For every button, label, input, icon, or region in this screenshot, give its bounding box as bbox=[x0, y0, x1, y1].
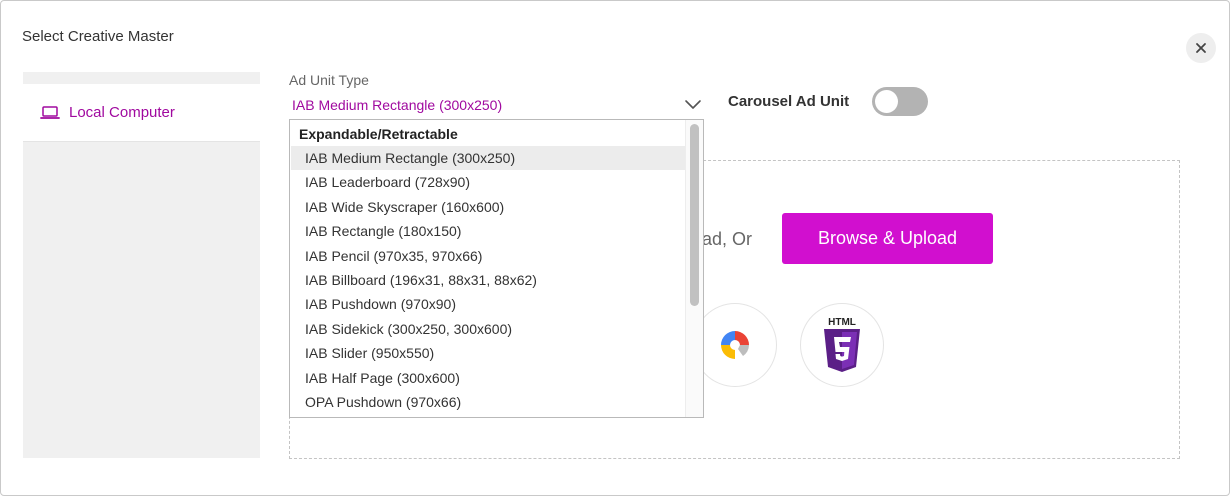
dropdown-option[interactable]: OPA Pushdown (970x66) bbox=[291, 390, 686, 414]
chevron-down-icon bbox=[685, 100, 701, 109]
select-creative-master-dialog: Select Creative Master Local Computer Ad… bbox=[0, 0, 1230, 496]
dropdown-option[interactable]: IAB Wide Skyscraper (160x600) bbox=[291, 195, 686, 219]
dropdown-option[interactable]: IAB Slider (950x550) bbox=[291, 341, 686, 365]
toggle-knob bbox=[875, 90, 898, 113]
ad-unit-type-dropdown: Expandable/Retractable IAB Medium Rectan… bbox=[289, 119, 704, 418]
scrollbar-thumb[interactable] bbox=[690, 124, 699, 306]
google-web-designer-source[interactable] bbox=[693, 303, 777, 387]
sidebar-item-label: Local Computer bbox=[69, 104, 175, 121]
sidebar-item-local-computer[interactable]: Local Computer bbox=[23, 84, 260, 142]
google-web-designer-icon bbox=[721, 331, 749, 359]
ad-unit-type-value: IAB Medium Rectangle (300x250) bbox=[292, 97, 503, 113]
dropdown-option[interactable]: IAB Medium Rectangle (300x250) bbox=[291, 146, 686, 170]
laptop-icon bbox=[40, 105, 60, 119]
dropdown-option[interactable]: IAB Billboard (196x31, 88x31, 88x62) bbox=[291, 268, 686, 292]
dropdown-scrollbar[interactable] bbox=[685, 120, 703, 417]
source-sidebar: Local Computer bbox=[23, 72, 260, 458]
ad-unit-type-label: Ad Unit Type bbox=[289, 72, 369, 88]
carousel-ad-unit-label: Carousel Ad Unit bbox=[728, 93, 850, 110]
dropdown-option[interactable]: IAB Half Page (300x600) bbox=[291, 366, 686, 390]
browse-upload-button[interactable]: Browse & Upload bbox=[782, 213, 993, 264]
html5-icon: HTML bbox=[824, 317, 860, 372]
dropdown-option[interactable]: IAB Pencil (970x35, 970x66) bbox=[291, 244, 686, 268]
close-icon bbox=[1196, 43, 1206, 53]
close-button[interactable] bbox=[1186, 33, 1216, 63]
dropdown-option[interactable]: IAB Rectangle (180x150) bbox=[291, 219, 686, 243]
html5-label: HTML bbox=[828, 317, 856, 328]
dropdown-group-label: Expandable/Retractable bbox=[299, 126, 458, 142]
dropdown-option[interactable]: IAB Sidekick (300x250, 300x600) bbox=[291, 317, 686, 341]
dropdown-option[interactable]: IAB Leaderboard (728x90) bbox=[291, 170, 686, 194]
dialog-title: Select Creative Master bbox=[22, 28, 174, 45]
dropdown-option[interactable]: IAB Pushdown (970x90) bbox=[291, 292, 686, 316]
carousel-ad-unit-toggle[interactable] bbox=[872, 87, 928, 116]
ad-unit-type-select[interactable]: IAB Medium Rectangle (300x250) bbox=[289, 93, 705, 118]
html5-source[interactable]: HTML bbox=[800, 303, 884, 387]
